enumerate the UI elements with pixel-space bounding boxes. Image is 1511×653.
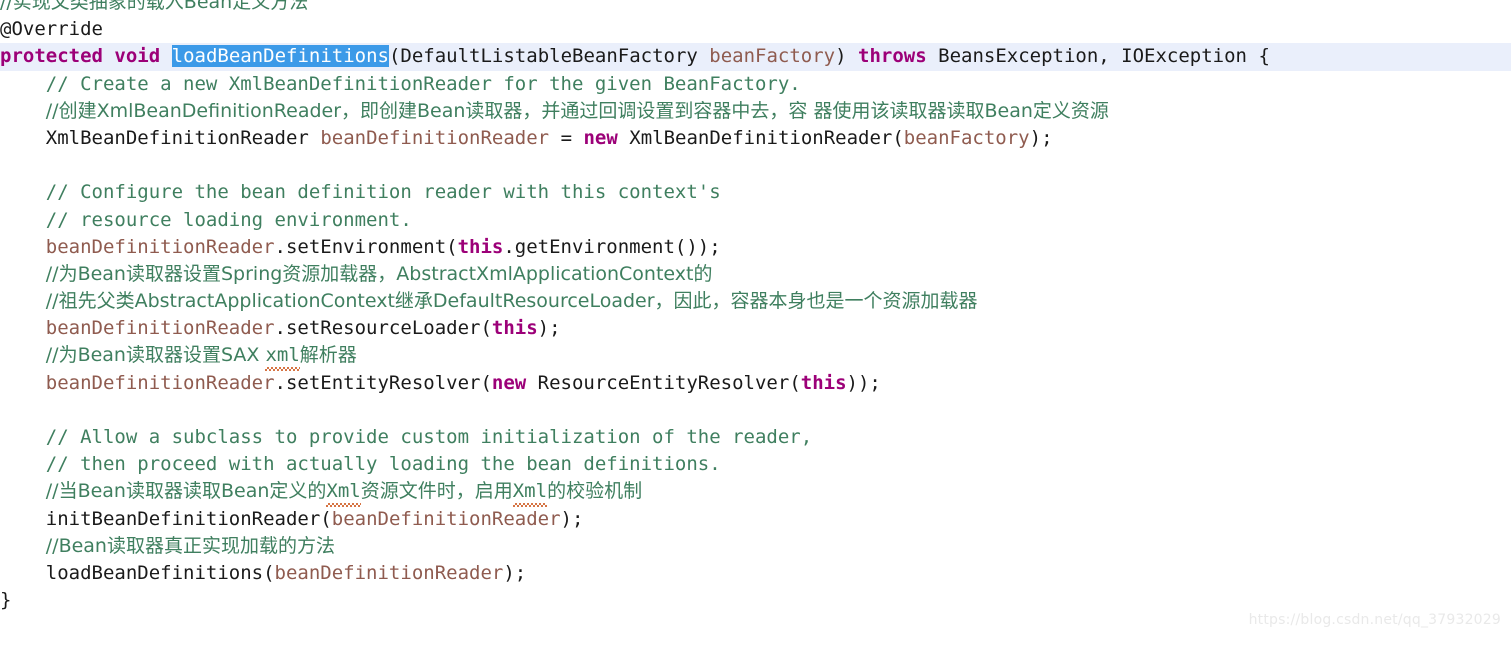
method-call: .setEntityResolver(	[274, 371, 492, 394]
keyword-new: new	[583, 126, 618, 149]
brace-close: }	[0, 589, 12, 612]
comment-token: // Create a new XmlBeanDefinitionReader …	[45, 72, 801, 95]
comment-token: //创建XmlBeanDefinitionReader，即创建Bean读取器，并…	[45, 99, 1109, 122]
variable-name: beanDefinitionReader	[45, 371, 275, 394]
param-name: beanFactory	[709, 45, 836, 68]
code-line-annotation: @Override	[0, 16, 1511, 43]
annotation-token: @Override	[0, 18, 103, 41]
code-line-set-environment: beanDefinitionReader.setEnvironment(this…	[0, 234, 1511, 261]
method-call: initBeanDefinitionReader(	[45, 507, 332, 530]
keyword-void: void	[114, 45, 161, 68]
code-line-comment-10: // then proceed with actually loading th…	[0, 451, 1511, 478]
statement-tail: );	[1029, 126, 1053, 149]
variable-name: beanDefinitionReader	[45, 317, 275, 340]
statement-tail: );	[503, 561, 527, 584]
code-line-comment-9: // Allow a subclass to provide custom in…	[0, 424, 1511, 451]
spellcheck-misspelled-word: Xml	[326, 478, 362, 507]
spellcheck-misspelled-word: xml	[265, 342, 301, 371]
comment-token: // Allow a subclass to provide custom in…	[45, 426, 813, 448]
argument: beanDefinitionReader	[331, 507, 561, 530]
constructor-call: ResourceEntityResolver(	[526, 371, 801, 394]
comment-token: // then proceed with actually loading th…	[45, 453, 721, 476]
comment-token: 解析器	[299, 344, 357, 367]
comment-token: //为Bean读取器设置SAX	[45, 344, 266, 367]
keyword-protected: protected	[0, 45, 103, 68]
comment-token: //当Bean读取器读取Bean定义的	[45, 480, 327, 503]
code-line-comment-11: //当Bean读取器读取Bean定义的Xml资源文件时，启用Xml的校验机制	[0, 478, 1511, 507]
constructor-call: XmlBeanDefinitionReader(	[629, 126, 904, 149]
comment-token: // Configure the bean definition reader …	[45, 181, 721, 204]
statement-tail: );	[537, 317, 561, 340]
code-line-blank-2	[0, 397, 1511, 424]
comment-token: //Bean读取器真正实现加载的方法	[45, 534, 335, 557]
variable-name: beanDefinitionReader	[320, 126, 550, 149]
comment-token: 资源文件时，启用	[360, 480, 513, 503]
variable-name: beanDefinitionReader	[45, 235, 275, 258]
code-line-closing-brace: }	[0, 587, 1511, 614]
code-line-reader-decl: XmlBeanDefinitionReader beanDefinitionRe…	[0, 125, 1511, 152]
declared-type: XmlBeanDefinitionReader	[45, 126, 309, 149]
code-line-set-resource-loader: beanDefinitionReader.setResourceLoader(t…	[0, 315, 1511, 342]
code-line-set-entity-resolver: beanDefinitionReader.setEntityResolver(n…	[0, 370, 1511, 397]
exception-list: BeansException, IOException	[938, 45, 1247, 68]
statement-tail: ));	[846, 371, 881, 394]
comment-token: //祖先父类AbstractApplicationContext继承Defaul…	[45, 290, 978, 313]
code-line-comment-6: //为Bean读取器设置Spring资源加载器，AbstractXmlAppli…	[0, 261, 1511, 288]
assign-operator: =	[560, 126, 573, 149]
keyword-throws: throws	[858, 45, 927, 68]
comment-token: 的校验机制	[547, 480, 643, 503]
code-line-comment-7: //祖先父类AbstractApplicationContext继承Defaul…	[0, 288, 1511, 315]
argument: beanFactory	[903, 126, 1030, 149]
brace-open: {	[1258, 45, 1270, 68]
method-call: .setResourceLoader(	[274, 317, 492, 340]
code-editor[interactable]: // //实现父类抽象的载入Bean定义方法 @Override protect…	[0, 0, 1511, 634]
selected-method-name[interactable]: loadBeanDefinitions	[171, 45, 389, 68]
code-line-comment-12: //Bean读取器真正实现加载的方法	[0, 533, 1511, 560]
argument: beanDefinitionReader	[274, 561, 504, 584]
statement-tail: .getEnvironment());	[503, 235, 721, 258]
spellcheck-misspelled-word: Xml	[512, 478, 548, 507]
param-type: DefaultListableBeanFactory	[400, 45, 698, 68]
comment-token: // resource loading environment.	[45, 208, 412, 231]
keyword-this: this	[800, 371, 847, 394]
comment-token: //实现父类抽象的载入Bean定义方法	[0, 0, 309, 13]
code-line-comment-5: // resource loading environment.	[0, 207, 1511, 234]
code-line-comment-8: //为Bean读取器设置SAX xml解析器	[0, 342, 1511, 371]
code-line-method-signature[interactable]: protected void loadBeanDefinitions(Defau…	[0, 43, 1511, 71]
method-call: .setEnvironment(	[274, 235, 458, 258]
code-line-init-bean-definition-reader: initBeanDefinitionReader(beanDefinitionR…	[0, 506, 1511, 533]
code-line-comment-1: //实现父类抽象的载入Bean定义方法	[0, 0, 1511, 16]
code-line-load-bean-definitions: loadBeanDefinitions(beanDefinitionReader…	[0, 560, 1511, 587]
paren-close: )	[835, 45, 847, 68]
code-line-comment-2: // Create a new XmlBeanDefinitionReader …	[0, 71, 1511, 98]
keyword-this: this	[457, 235, 504, 258]
statement-tail: );	[560, 507, 584, 530]
code-line-blank-1	[0, 152, 1511, 179]
code-line-comment-3: //创建XmlBeanDefinitionReader，即创建Bean读取器，并…	[0, 98, 1511, 125]
comment-token: //为Bean读取器设置Spring资源加载器，AbstractXmlAppli…	[45, 262, 713, 285]
method-call: loadBeanDefinitions(	[45, 561, 275, 584]
keyword-this: this	[491, 317, 538, 340]
code-line-comment-4: // Configure the bean definition reader …	[0, 179, 1511, 206]
watermark: https://blog.csdn.net/qq_37932029	[1248, 612, 1501, 628]
paren-open: (	[388, 45, 401, 68]
keyword-new: new	[491, 371, 527, 394]
